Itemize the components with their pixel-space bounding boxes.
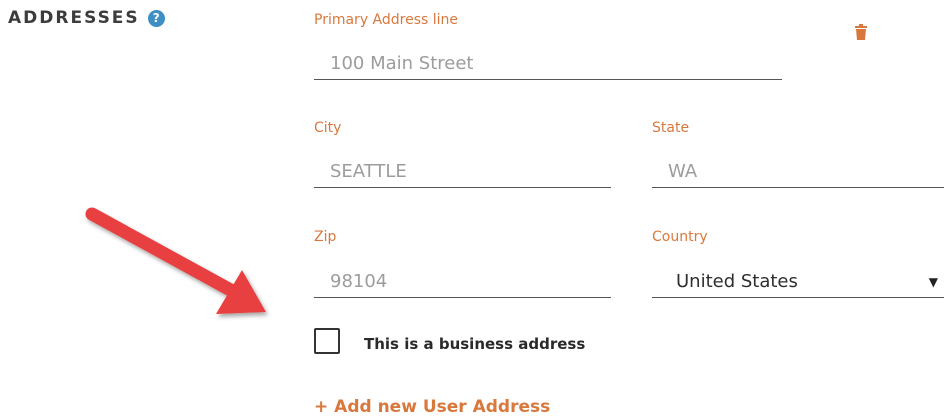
red-arrow-annotation [85,207,266,314]
arrow-shaft [85,207,243,300]
add-user-address-link[interactable]: + Add new User Address [314,397,550,417]
